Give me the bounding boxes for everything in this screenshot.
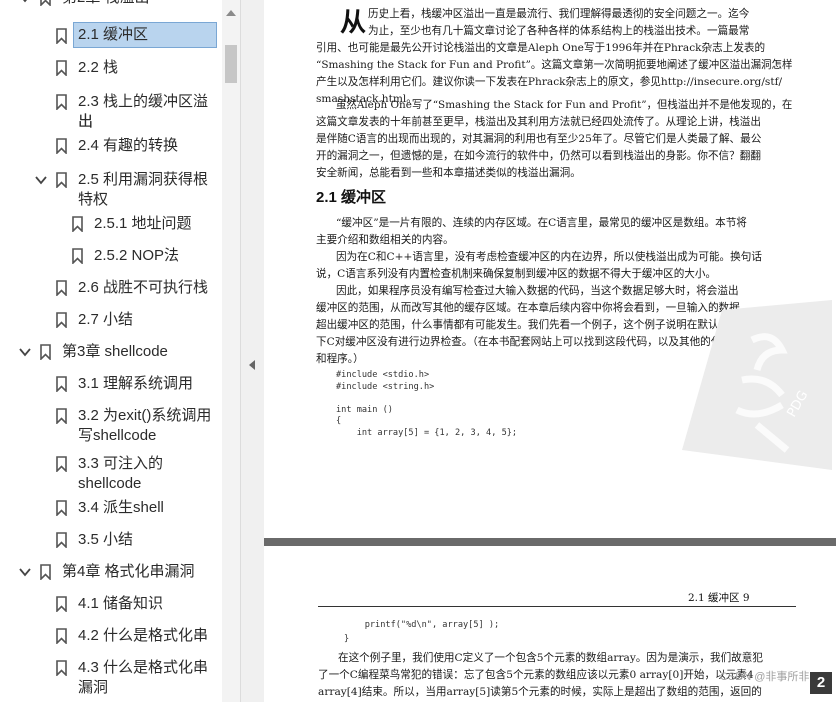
text-line: 这篇文章发表的十年前甚至更早，栈溢出及其利用方法就已经四处流传了。从理论上讲，栈… [316, 116, 761, 128]
code-line: } [344, 634, 350, 644]
watermark-credit: CSDN @非事所非 [720, 671, 810, 683]
text-line: 在这个例子里，我们使用C定义了一个包含5个元素的数组array。因为是演示，我们… [338, 652, 763, 664]
text-line: 因为在C和C++语言里，没有考虑检查缓冲区的内在边界，所以使栈溢出成为可能。换句… [336, 251, 762, 263]
bookmark-icon [56, 60, 67, 76]
code-line: printf("%d\n", array[5] ); [344, 620, 500, 630]
collapse-chevron-icon[interactable] [34, 173, 48, 187]
bookmark-label: 2.5.2 NOP法 [94, 247, 180, 264]
text-line: 历史上看，栈缓冲区溢出一直是最流行、我们理解得最透彻的安全问题之一。迄今 [368, 8, 750, 20]
bookmark-label-line2: 特权 [78, 191, 109, 208]
text-line: 安全新闻，总能看到一些和本章描述类似的栈溢出漏洞。 [316, 167, 581, 179]
code-line: int main () [336, 404, 393, 415]
bookmark-icon [40, 564, 51, 580]
bookmark-label: 2.5 利用漏洞获得根 [78, 171, 209, 188]
bookmark-label: 3.2 为exit()系统调用 [78, 407, 212, 424]
bookmark-icon [56, 94, 67, 110]
text-line: 引用、也可能是最先公开讨论栈溢出的文章是Aleph One写于1996年并在Ph… [316, 42, 766, 54]
bookmark-icon [72, 248, 83, 264]
bookmark-icon [56, 312, 67, 328]
bookmark-icon [56, 376, 67, 392]
bookmark-label: 4.3 什么是格式化串 [78, 659, 209, 676]
dropcap: 从 [340, 8, 367, 38]
watermark-stamp-icon: PDG [682, 300, 832, 470]
bookmarks-panel: 第2章 栈溢出 2.1 缓冲区 2.2 栈 2.3 栈上的缓冲区溢出出 2.4 有趣的转… [0, 0, 222, 702]
text-line: 为止，至少也有几十篇文章讨论了各种各样的体系结构上的栈溢出技术。一篇最常 [368, 25, 750, 37]
bookmark-label: 第2章 栈溢出 [62, 0, 150, 8]
bookmark-icon [56, 628, 67, 644]
text-line: 开的漏洞之一，但遗憾的是，在如今流行的软件中，仍然可以看到栈溢出的身影。你不信？… [316, 150, 761, 162]
header-rule [318, 606, 796, 607]
text-line: 虽然Aleph One写了“Smashing the Stack for Fun… [336, 99, 793, 111]
page: 从 历史上看，栈缓冲区溢出一直是最流行、我们理解得最透彻的安全问题之一。迄今 为止… [264, 0, 836, 538]
bookmark-label: 3.1 理解系统调用 [78, 375, 194, 392]
bookmark-label: 4.1 储备知识 [78, 595, 164, 612]
panel-splitter[interactable] [240, 0, 265, 702]
text-line: 是伴随C语言的出现而出现的，对其漏洞的利用也有至少25年了。尽管它们是人类最了解… [316, 133, 762, 145]
bookmark-icon [56, 532, 67, 548]
scroll-thumb[interactable] [225, 45, 237, 83]
bookmark-label: 第4章 格式化串漏洞 [62, 563, 195, 580]
bookmark-label: 2.6 战胜不可执行栈 [78, 279, 209, 296]
page-separator [264, 538, 836, 546]
collapse-panel-arrow-icon[interactable] [249, 360, 255, 370]
sidebar-scrollbar[interactable] [222, 0, 240, 702]
bookmark-icon [40, 0, 51, 6]
bookmark-label-line2: 写shellcode [78, 427, 157, 444]
bookmark-label: 2.2 栈 [78, 59, 119, 76]
text-line: “Smashing the Stack for Fun and Profit”。… [316, 59, 793, 71]
bookmark-icon [56, 596, 67, 612]
bookmark-label: 3.5 小结 [78, 531, 134, 548]
bookmark-label: 2.7 小结 [78, 311, 134, 328]
bookmark-icon [56, 456, 67, 472]
bookmark-label-line2: 出 [78, 113, 94, 130]
text-line: 说，C语言系列没有内置检查机制来确保复制到缓冲区的数据不得大于缓冲区的大小。 [316, 268, 717, 280]
bookmark-label: 2.5.1 地址问题 [94, 215, 192, 232]
bookmark-label: 2.1 缓冲区 [73, 22, 217, 48]
bookmark-label: 2.3 栈上的缓冲区溢出 [78, 93, 209, 130]
bookmark-label: 2.4 有趣的转换 [78, 137, 179, 154]
code-line: #include <string.h> [336, 381, 435, 392]
bookmark-icon [56, 280, 67, 296]
code-line: #include <stdio.h> [336, 370, 430, 380]
text-line: “缓冲区”是一片有限的、连续的内存区域。在C语言里，最常见的缓冲区是数组。本节将 [336, 217, 747, 229]
page-number-badge[interactable]: 2 [810, 672, 832, 694]
running-head: 2.1 缓冲区 9 [688, 592, 750, 604]
bookmark-icon [56, 172, 67, 188]
bookmark-icon [56, 500, 67, 516]
bookmark-label-line2: 漏洞 [78, 679, 109, 696]
text-line: array[4]结束。所以，当用array[5]读第5个元素的时候，实际上是超出… [318, 686, 762, 698]
bookmark-icon [40, 344, 51, 360]
bookmark-label: 3.4 派生shell [78, 499, 164, 516]
scroll-up-arrow-icon[interactable] [226, 10, 236, 16]
bookmark-icon [72, 216, 83, 232]
text-line: 因此，如果程序员没有编写检查过大输入数据的代码，当这个数据足够大时，将会溢出 [336, 285, 739, 297]
bookmark-icon [56, 660, 67, 676]
collapse-chevron-icon[interactable] [18, 345, 32, 359]
text-line: 产生以及怎样利用它们。建议你读一下发表在Phrack杂志上的原文，参见http:… [316, 76, 783, 88]
bookmark-icon [56, 408, 67, 424]
text-line: 主要介绍和数组相关的内容。 [316, 234, 454, 246]
collapse-chevron-icon[interactable] [18, 565, 32, 579]
bookmark-label: 第3章 shellcode [62, 343, 168, 360]
code-line: int array[5] = {1, 2, 3, 4, 5}; [336, 428, 518, 438]
section-heading: 2.1 缓冲区 [316, 189, 387, 206]
code-line: { [336, 416, 342, 427]
bookmark-label-line2: shellcode [78, 475, 142, 492]
bookmark-icon [56, 28, 67, 44]
bookmark-label: 3.3 可注入的 [78, 455, 164, 472]
bookmark-label: 4.2 什么是格式化串 [78, 627, 209, 644]
page: 2.1 缓冲区 9 printf("%d\n", array[5] );} 在这… [264, 546, 836, 702]
bookmark-icon [56, 138, 67, 154]
collapse-chevron-icon[interactable] [18, 0, 32, 5]
document-viewer[interactable]: 从 历史上看，栈缓冲区溢出一直是最流行、我们理解得最透彻的安全问题之一。迄今 为止… [264, 0, 836, 702]
